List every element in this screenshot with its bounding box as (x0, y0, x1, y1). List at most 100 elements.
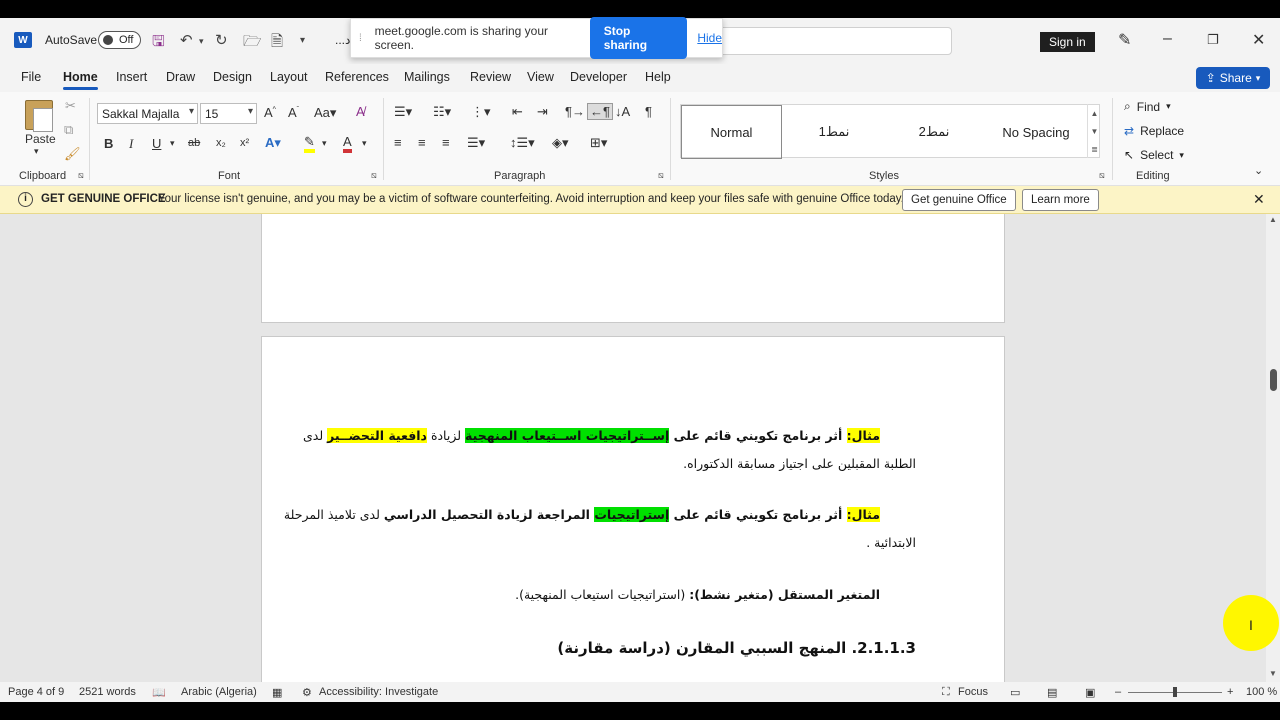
tab-view[interactable]: View (527, 70, 554, 84)
page-count[interactable]: Page 4 of 9 (8, 686, 64, 698)
zoom-slider-thumb[interactable] (1173, 687, 1177, 697)
print-preview-icon[interactable]: 🗎 (271, 31, 283, 56)
justify-icon[interactable]: ☰▾ (467, 135, 485, 151)
align-center-icon[interactable]: ≡ (418, 135, 426, 150)
collapse-ribbon-icon[interactable]: ⌄ (1254, 164, 1263, 177)
sort-icon[interactable]: ↓A (615, 104, 630, 119)
tab-file[interactable]: File (21, 70, 41, 84)
hide-link[interactable]: Hide (697, 31, 722, 45)
paste-dropdown-icon[interactable]: ▾ (34, 146, 39, 157)
proofing-icon[interactable]: 📖 (152, 686, 166, 699)
styles-scroll[interactable]: ▲ ▼ ≣ (1087, 104, 1101, 158)
italic-button[interactable]: I (129, 136, 133, 152)
open-folder-icon[interactable]: 🗁 (243, 31, 262, 56)
zoom-in-icon[interactable]: + (1227, 686, 1233, 698)
decrease-indent-icon[interactable]: ⇤ (512, 104, 523, 120)
tab-help[interactable]: Help (645, 70, 671, 84)
web-layout-icon[interactable]: ▣ (1085, 686, 1095, 699)
scrollbar-thumb[interactable] (1270, 369, 1277, 391)
font-family-select[interactable]: Sakkal Majalla ▾ (97, 103, 198, 124)
font-launcher-icon[interactable]: ⧅ (371, 170, 377, 181)
focus-icon[interactable]: ⛶ (942, 686, 950, 699)
bold-button[interactable]: B (104, 136, 113, 151)
strikethrough-icon[interactable]: ab (188, 137, 200, 149)
align-right-icon[interactable]: ≡ (442, 135, 450, 150)
learn-more-button[interactable]: Learn more (1022, 189, 1099, 211)
font-size-select[interactable]: 15 ▾ (200, 103, 257, 124)
tab-references[interactable]: References (325, 70, 389, 84)
clipboard-launcher-icon[interactable]: ⧅ (78, 170, 84, 181)
page-current[interactable]: مثال: أثر برنامج تكويني قائم على إســترا… (261, 336, 1005, 682)
document-canvas[interactable]: مثال: أثر برنامج تكويني قائم على إســترا… (0, 214, 1280, 682)
cut-icon[interactable]: ✂ (65, 98, 76, 114)
share-button[interactable]: ⇪ Share ▾ (1196, 67, 1270, 89)
example-2-line-1[interactable]: مثال: أثر برنامج تكويني قائم على إستراتي… (284, 507, 880, 522)
redo-icon[interactable]: ↻ (215, 31, 228, 49)
borders-icon[interactable]: ⊞▾ (590, 135, 607, 151)
word-count[interactable]: 2521 words (79, 686, 136, 698)
chevron-down-icon[interactable]: ▼ (1091, 127, 1099, 136)
rtl-direction-icon[interactable]: ←¶ (587, 103, 613, 120)
undo-dropdown-icon[interactable]: ▾ (199, 36, 204, 47)
chevron-down-icon[interactable]: ▼ (1269, 669, 1277, 678)
style-normal[interactable]: Normal (681, 105, 782, 159)
accessibility-icon[interactable]: ⚙ (302, 686, 312, 699)
copy-icon[interactable]: ⧉ (64, 122, 73, 138)
save-icon[interactable]: 🖫 (152, 31, 165, 56)
shading-icon[interactable]: ◈▾ (552, 135, 569, 151)
focus-label[interactable]: Focus (958, 686, 988, 698)
tab-review[interactable]: Review (470, 70, 511, 84)
read-mode-icon[interactable]: ▭ (1010, 686, 1020, 699)
chevron-up-icon[interactable]: ▲ (1269, 215, 1277, 224)
increase-indent-icon[interactable]: ⇥ (537, 104, 548, 120)
style-namat1[interactable]: نمط1 (784, 105, 884, 159)
autosave-toggle[interactable]: Off (98, 31, 141, 49)
font-color-dropdown-icon[interactable]: ▾ (362, 138, 367, 149)
select-button[interactable]: ↖ Select ▾ (1124, 148, 1184, 162)
tab-insert[interactable]: Insert (116, 70, 147, 84)
clear-formatting-icon[interactable]: A̸ (356, 104, 365, 119)
language-status[interactable]: Arabic (Algeria) (181, 686, 257, 698)
styles-launcher-icon[interactable]: ⧅ (1099, 170, 1105, 181)
highlight-color-icon[interactable]: ✎ (304, 135, 315, 153)
shrink-font-icon[interactable]: Aˇ (288, 105, 299, 120)
underline-button[interactable]: U (152, 136, 161, 151)
tab-developer[interactable]: Developer (570, 70, 627, 84)
grow-font-icon[interactable]: A^ (264, 105, 276, 120)
font-color-icon[interactable]: A (343, 134, 352, 153)
search-box[interactable] (700, 27, 952, 55)
tab-mailings[interactable]: Mailings (404, 70, 450, 84)
get-genuine-office-button[interactable]: Get genuine Office (902, 189, 1016, 211)
show-formatting-icon[interactable]: ¶ (645, 104, 652, 119)
text-effects-icon[interactable]: A▾ (265, 135, 281, 151)
sign-in-button[interactable]: Sign in (1040, 32, 1095, 52)
drag-handle-icon[interactable]: ⁞ (359, 33, 367, 44)
close-window-icon[interactable]: ✕ (1252, 30, 1265, 50)
replace-button[interactable]: ⇄ Replace (1124, 124, 1184, 138)
underline-dropdown-icon[interactable]: ▾ (170, 138, 175, 149)
zoom-out-icon[interactable]: – (1115, 686, 1121, 698)
undo-icon[interactable]: ↶ (180, 31, 193, 49)
paragraph-launcher-icon[interactable]: ⧅ (658, 170, 664, 181)
subscript-icon[interactable]: x₂ (216, 137, 226, 149)
tab-design[interactable]: Design (213, 70, 252, 84)
minimize-icon[interactable]: – (1163, 30, 1172, 48)
independent-variable-line[interactable]: المتغير المستقل (متغير نشط): (استراتيجيا… (515, 587, 880, 602)
superscript-icon[interactable]: x² (240, 137, 249, 149)
tab-home[interactable]: Home (63, 70, 98, 90)
paste-icon[interactable] (25, 100, 53, 132)
example-1-line-2[interactable]: الطلبة المقبلين على اجتياز مسابقة الدكتو… (683, 456, 916, 471)
stop-sharing-button[interactable]: Stop sharing (589, 17, 688, 59)
close-icon[interactable]: ✕ (1253, 191, 1265, 208)
example-1-line-1[interactable]: مثال: أثر برنامج تكويني قائم على إســترا… (303, 428, 880, 443)
style-no-spacing[interactable]: No Spacing (984, 105, 1088, 159)
accessibility-status[interactable]: Accessibility: Investigate (319, 686, 438, 698)
chevron-up-icon[interactable]: ▲ (1091, 109, 1099, 118)
paste-label[interactable]: Paste (25, 132, 56, 146)
multilevel-list-icon[interactable]: ⋮▾ (471, 104, 491, 120)
highlight-dropdown-icon[interactable]: ▾ (322, 138, 327, 149)
text-predictions-icon[interactable]: ▦ (272, 686, 282, 699)
section-heading[interactable]: 2.1.1.3. المنهج السببي المقارن (دراسة مق… (557, 639, 916, 657)
find-button[interactable]: ⌕ Find ▾ (1124, 99, 1171, 114)
tab-draw[interactable]: Draw (166, 70, 195, 84)
